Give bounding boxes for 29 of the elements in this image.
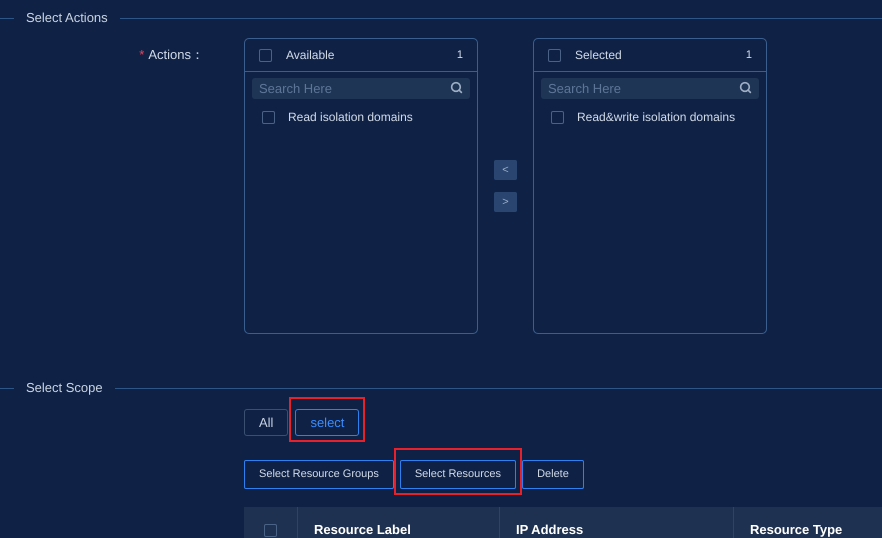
section-title: Select Scope: [25, 379, 104, 398]
search-field[interactable]: Search Here: [541, 78, 759, 99]
list-item[interactable]: Read&write isolation domains: [577, 108, 736, 126]
list-item[interactable]: Read isolation domains: [288, 108, 413, 126]
search-field[interactable]: Search Here: [252, 78, 470, 99]
list-title: Available: [286, 47, 336, 64]
column-header: Resource Label: [314, 521, 411, 538]
required-marker: *: [139, 46, 144, 64]
column-header: IP Address: [516, 521, 584, 538]
item-checkbox[interactable]: [551, 110, 564, 124]
scope-tab[interactable]: All: [244, 409, 288, 436]
action-button[interactable]: Select Resources: [400, 460, 516, 489]
search-icon: [450, 81, 463, 94]
scope-tab[interactable]: select: [295, 409, 360, 436]
transfer-button[interactable]: <: [494, 160, 517, 180]
column-header: Resource Type: [750, 521, 842, 538]
select-all-checkbox[interactable]: [548, 48, 561, 62]
field-label: Actions：: [148, 46, 204, 64]
select-all-checkbox[interactable]: [259, 48, 272, 62]
search-icon: [739, 81, 752, 94]
item-count: 1: [746, 48, 752, 63]
item-checkbox[interactable]: [262, 110, 275, 124]
action-button[interactable]: Select Resource Groups: [244, 460, 394, 489]
section-title: Select Actions: [25, 9, 109, 28]
transfer-button[interactable]: >: [494, 192, 517, 212]
list-title: Selected: [575, 47, 623, 64]
item-count: 1: [456, 48, 463, 63]
action-button[interactable]: Delete: [522, 460, 584, 489]
header-checkbox[interactable]: [264, 524, 277, 536]
